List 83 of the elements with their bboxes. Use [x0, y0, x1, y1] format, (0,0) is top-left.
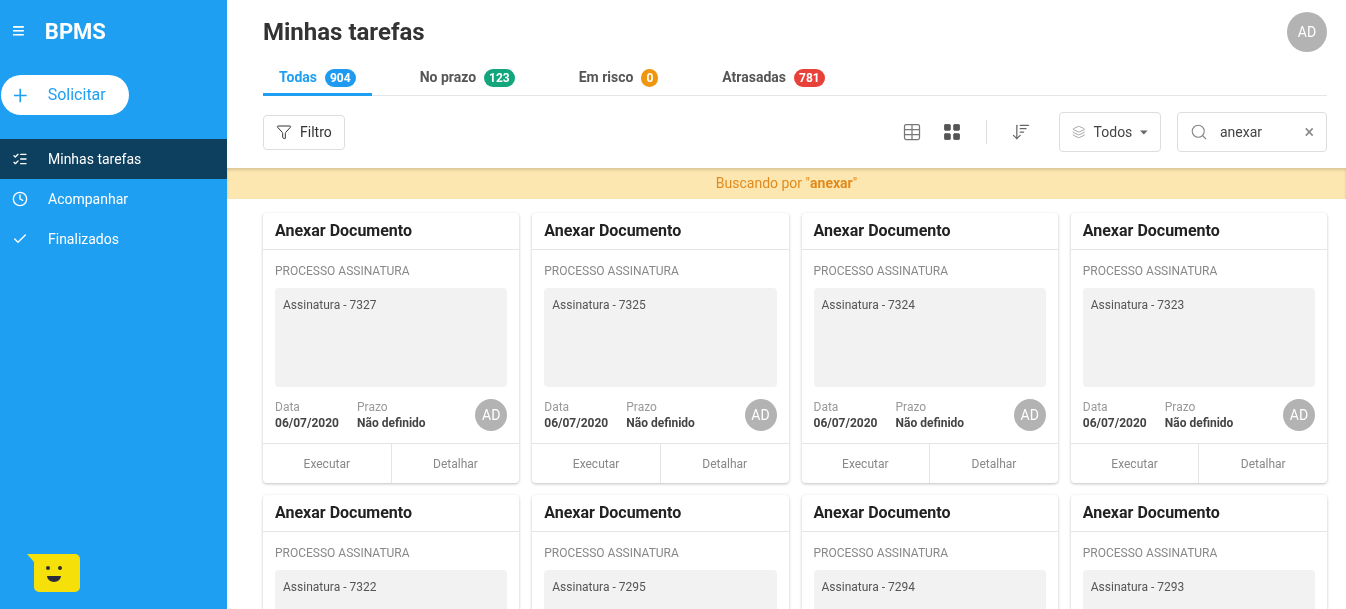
deadline-label: Prazo [1164, 399, 1197, 415]
sidebar-item[interactable]: Finalizados [0, 219, 227, 259]
tab[interactable]: No prazo 123 [403, 62, 531, 96]
card-title: Anexar Documento [801, 495, 1058, 532]
process-name: PROCESSO ASSINATURA [813, 545, 950, 562]
menu-button[interactable]: ≡ [12, 20, 25, 42]
card-action-button[interactable]: Detalhar [1198, 444, 1327, 483]
description-box: Assinatura - 7325 [544, 288, 777, 387]
brand-title: BPMS [44, 17, 106, 46]
sort-icon [1011, 122, 1031, 142]
filter-button[interactable]: Filtro [263, 114, 345, 150]
description-box: Assinatura - 7322 [275, 570, 508, 609]
deadline-label: Prazo [895, 399, 928, 415]
deadline-label: Prazo [626, 399, 658, 415]
deadline-value: Não definido [1164, 415, 1235, 431]
tab[interactable]: Atrasadas 781 [706, 62, 841, 96]
deadline-value: Não definido [357, 415, 427, 431]
user-avatar[interactable]: AD [1287, 12, 1327, 52]
table-icon [902, 122, 922, 142]
clock-icon [12, 191, 28, 207]
date-value: 06/07/2020 [813, 415, 879, 431]
avatar: AD [475, 399, 508, 431]
search-banner: Buscando por "anexar" [227, 168, 1346, 199]
card-title: Anexar Documento [532, 213, 789, 250]
card-title: Anexar Documento [532, 495, 789, 532]
card-action-button[interactable]: Executar [263, 444, 391, 483]
card-action-button[interactable]: Detalhar [929, 444, 1058, 483]
process-name: PROCESSO ASSINATURA [813, 263, 950, 280]
process-name: PROCESSO ASSINATURA [1082, 263, 1219, 280]
card-title: Anexar Documento [1070, 495, 1327, 532]
grid-icon [942, 122, 962, 142]
count-badge: 0 [641, 68, 659, 87]
process-name: PROCESSO ASSINATURA [1082, 545, 1219, 562]
card-title: Anexar Documento [1070, 213, 1327, 250]
request-button[interactable]: + Solicitar [1, 75, 129, 115]
card-action-button[interactable]: Executar [1070, 444, 1199, 483]
deadline-value: Não definido [895, 415, 966, 431]
card-action-button[interactable]: Executar [801, 444, 930, 483]
date-value: 06/07/2020 [275, 415, 340, 431]
count-badge: 781 [794, 68, 825, 87]
count-badge: 123 [484, 68, 515, 87]
description-box: Assinatura - 7295 [544, 570, 777, 609]
description-box: Assinatura - 7327 [275, 288, 508, 387]
caret-icon [1140, 129, 1148, 135]
process-name: PROCESSO ASSINATURA [275, 263, 411, 280]
sidebar-item[interactable]: Acompanhar [0, 179, 227, 219]
card-action-button[interactable]: Detalhar [390, 444, 520, 483]
page-title: Minhas tarefas [263, 17, 425, 48]
date-label: Data [1082, 399, 1109, 415]
date-value: 06/07/2020 [544, 415, 610, 431]
sidebar-item[interactable]: Minhas tarefas [0, 139, 227, 179]
card-action-button[interactable]: Detalhar [659, 444, 789, 483]
type-select[interactable]: Todos [1059, 112, 1161, 152]
tab[interactable]: Todas 904 [263, 62, 372, 96]
filter-icon [276, 124, 292, 140]
avatar: AD [744, 399, 777, 431]
search-icon [1190, 123, 1208, 141]
description-box: Assinatura - 7323 [1082, 288, 1315, 387]
clear-button[interactable]: × [1304, 123, 1314, 141]
card-title: Anexar Documento [263, 495, 520, 532]
description-box: Assinatura - 7293 [1082, 570, 1315, 609]
tab[interactable]: Em risco 0 [562, 62, 675, 96]
chat-widget-icon[interactable] [27, 554, 80, 592]
deadline-value: Não definido [626, 415, 696, 431]
checklist-icon [12, 151, 28, 167]
date-label: Data [813, 399, 840, 415]
process-name: PROCESSO ASSINATURA [544, 263, 680, 280]
count-badge: 904 [324, 68, 356, 87]
search-field[interactable]: anexar × [1177, 112, 1327, 152]
date-value: 06/07/2020 [1082, 415, 1148, 431]
card-title: Anexar Documento [801, 213, 1058, 250]
description-box: Assinatura - 7294 [813, 570, 1046, 609]
description-box: Assinatura - 7324 [813, 288, 1046, 387]
process-name: PROCESSO ASSINATURA [275, 545, 411, 562]
avatar: AD [1283, 399, 1315, 431]
process-name: PROCESSO ASSINATURA [544, 545, 680, 562]
layers-icon [1072, 124, 1086, 140]
date-label: Data [544, 399, 571, 415]
card-title: Anexar Documento [263, 213, 520, 250]
deadline-label: Prazo [357, 399, 389, 415]
card-action-button[interactable]: Executar [532, 444, 660, 483]
date-label: Data [275, 399, 301, 415]
avatar: AD [1013, 399, 1046, 431]
